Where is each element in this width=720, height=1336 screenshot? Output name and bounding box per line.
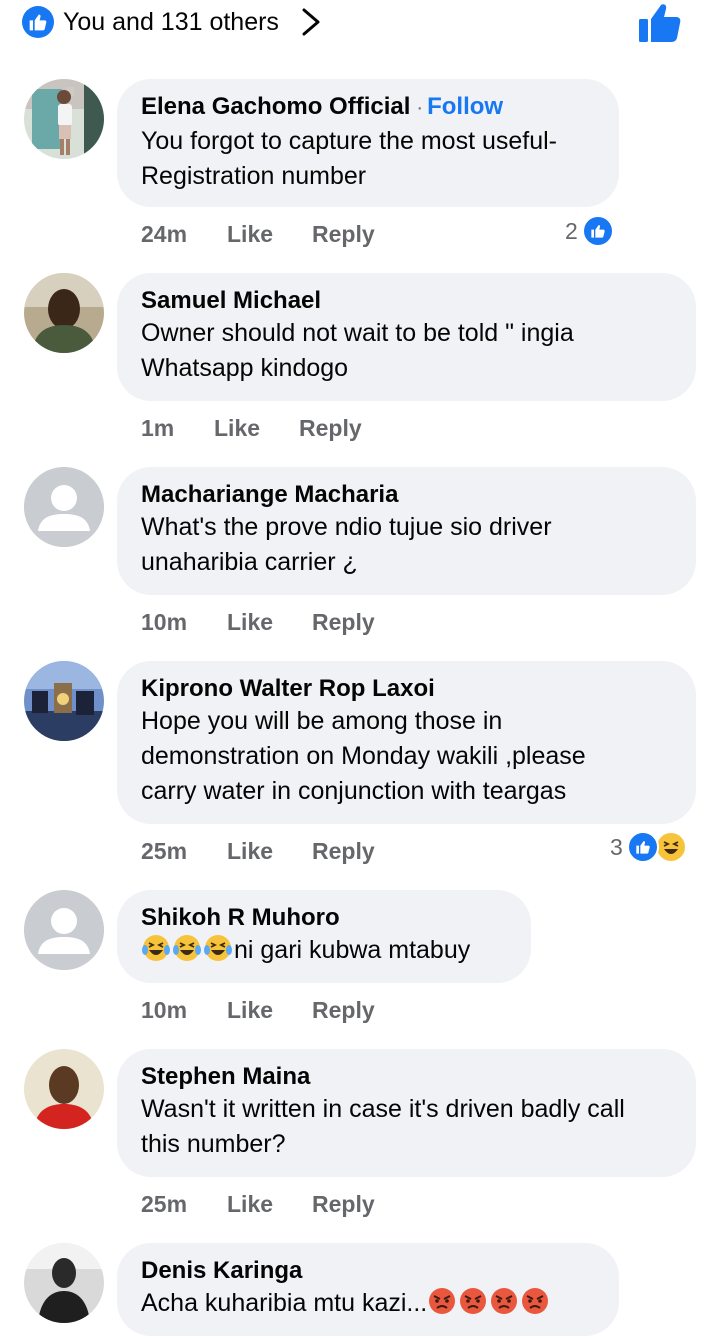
default-avatar-icon[interactable] xyxy=(24,890,104,970)
like-reaction-icon xyxy=(626,831,659,863)
laughing-face-icon xyxy=(654,831,687,863)
comment-timestamp: 25m xyxy=(141,1191,188,1217)
tears-of-joy-icon xyxy=(173,935,201,961)
thumbs-up-icon[interactable] xyxy=(636,2,682,44)
comment-bubble[interactable]: Samuel Michael Owner should not wait to … xyxy=(117,273,696,401)
angry-face-icon xyxy=(491,1288,518,1314)
comment-text: What's the prove ndio tujue sio driver xyxy=(141,513,552,541)
like-reaction-icon xyxy=(22,6,54,38)
commenter-name[interactable]: Shikoh R Muhoro xyxy=(141,902,507,933)
comment-text: Owner should not wait to be told " ingia xyxy=(141,319,574,347)
like-button[interactable]: Like xyxy=(214,413,260,443)
comment-bubble[interactable]: Denis Karinga Acha kuharibia mtu kazi... xyxy=(117,1243,619,1336)
comment-timestamp: 25m xyxy=(141,838,188,864)
reaction-summary[interactable]: 3 xyxy=(610,831,687,863)
avatar[interactable] xyxy=(24,79,104,159)
comment-bubble[interactable]: Shikoh R Muhoro ni gari kubwa mtabuy xyxy=(117,890,531,983)
comment-text: Registration number xyxy=(141,162,367,190)
reply-button[interactable]: Reply xyxy=(299,413,362,443)
tears-of-joy-icon xyxy=(204,935,232,961)
angry-face-icon xyxy=(429,1288,456,1314)
comment-text-body: ni gari kubwa mtabuy xyxy=(234,936,471,964)
comment-text: ni gari kubwa mtabuy xyxy=(141,933,507,968)
comment-text: Acha kuharibia mtu kazi... xyxy=(141,1286,595,1321)
like-button[interactable]: Like xyxy=(227,1189,273,1219)
chevron-right-icon[interactable] xyxy=(298,7,324,37)
angry-face-icon xyxy=(522,1288,549,1314)
commenter-name[interactable]: Kiprono Walter Rop Laxoi xyxy=(141,673,672,704)
like-button[interactable]: Like xyxy=(227,836,273,866)
comment-timestamp: 10m xyxy=(141,609,188,635)
separator-dot: · xyxy=(416,97,424,119)
reactions-bar[interactable]: You and 131 others xyxy=(0,0,720,48)
reaction-count: 3 xyxy=(610,833,623,860)
reaction-summary[interactable]: 2 xyxy=(565,215,614,247)
reply-button[interactable]: Reply xyxy=(312,219,375,249)
commenter-name[interactable]: Stephen Maina xyxy=(141,1061,672,1092)
reply-button[interactable]: Reply xyxy=(312,1189,375,1219)
commenter-name[interactable]: Samuel Michael xyxy=(141,285,672,316)
comment-timestamp: 24m xyxy=(141,221,188,247)
comment-text: Hope you will be among those in xyxy=(141,707,503,735)
comment-text: carry water in conjunction with teargas xyxy=(141,777,567,805)
avatar[interactable] xyxy=(24,661,104,741)
comment-text: unaharibia carrier ¿ xyxy=(141,548,358,576)
comment-text: this number? xyxy=(141,1130,286,1158)
avatar[interactable] xyxy=(24,273,104,353)
tears-of-joy-icon xyxy=(142,935,170,961)
reply-button[interactable]: Reply xyxy=(312,836,375,866)
reply-button[interactable]: Reply xyxy=(312,607,375,637)
reactions-summary[interactable]: You and 131 others xyxy=(63,6,279,38)
comment-text: You forgot to capture the most useful- xyxy=(141,127,557,155)
reaction-count: 2 xyxy=(565,217,578,244)
like-button[interactable]: Like xyxy=(227,607,273,637)
comment-timestamp: 10m xyxy=(141,997,188,1023)
comment-bubble[interactable]: Kiprono Walter Rop Laxoi Hope you will b… xyxy=(117,661,696,824)
commenter-name[interactable]: Denis Karinga xyxy=(141,1255,595,1286)
follow-button[interactable]: Follow xyxy=(427,93,503,120)
comment-timestamp: 1m xyxy=(141,415,175,441)
comment-bubble[interactable]: Stephen Maina Wasn't it written in case … xyxy=(117,1049,696,1177)
avatar[interactable] xyxy=(24,1243,104,1323)
avatar[interactable] xyxy=(24,1049,104,1129)
comment-text: Whatsapp kindogo xyxy=(141,354,349,382)
comment-text: demonstration on Monday wakili ,please xyxy=(141,742,586,770)
commenter-name[interactable]: Machariange Macharia xyxy=(141,479,672,510)
comment-text: Wasn't it written in case it's driven ba… xyxy=(141,1095,625,1123)
default-avatar-icon[interactable] xyxy=(24,467,104,547)
angry-face-icon xyxy=(460,1288,487,1314)
comment-text-body: Acha kuharibia mtu kazi... xyxy=(141,1289,428,1317)
commenter-name[interactable]: Elena Gachomo Official xyxy=(141,93,410,120)
like-reaction-icon xyxy=(581,215,614,247)
reply-button[interactable]: Reply xyxy=(312,995,375,1025)
comment-bubble[interactable]: Machariange Macharia What's the prove nd… xyxy=(117,467,696,595)
comment-bubble[interactable]: Elena Gachomo Official · Follow You forgot… xyxy=(117,79,619,207)
like-button[interactable]: Like xyxy=(227,995,273,1025)
like-button[interactable]: Like xyxy=(227,219,273,249)
